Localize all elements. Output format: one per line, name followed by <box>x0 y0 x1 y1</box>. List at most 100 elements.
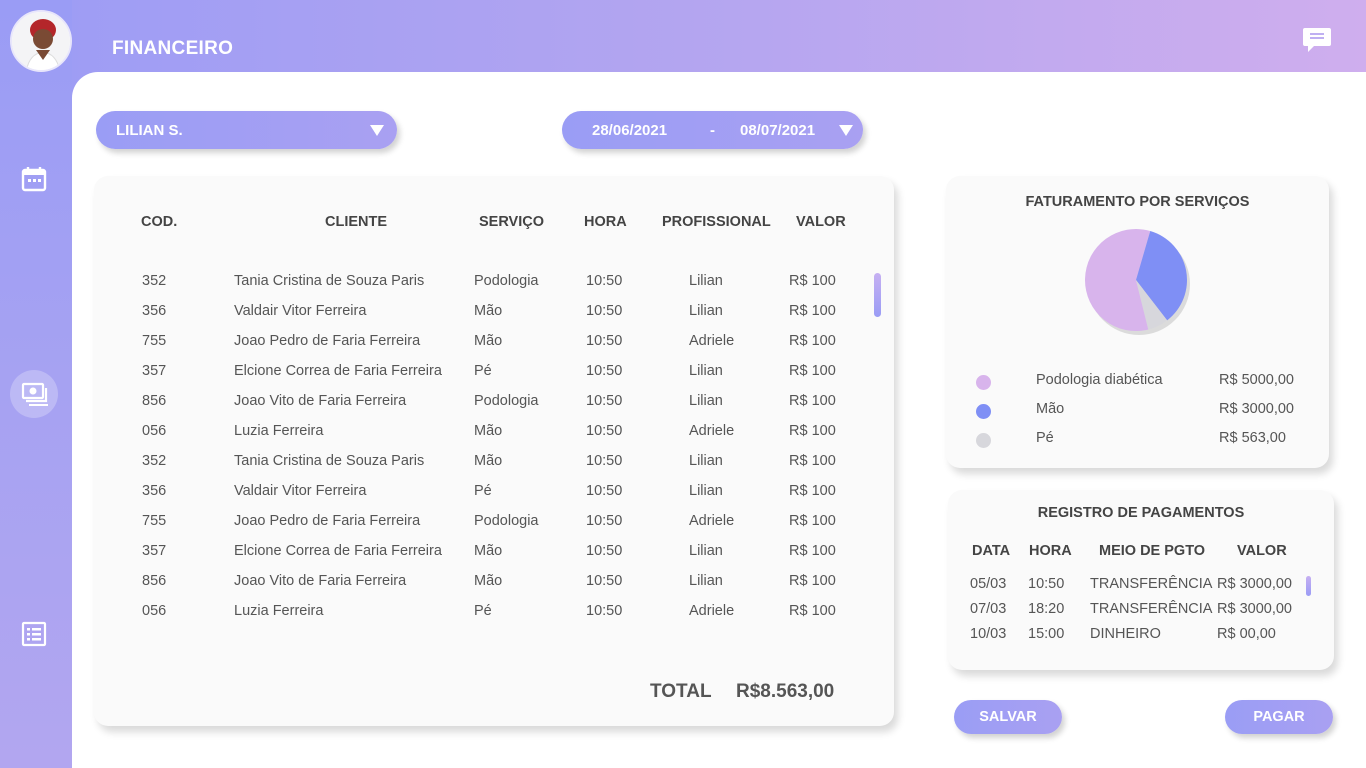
main-panel: LILIAN S. 28/06/2021 - 08/07/2021 COD. C… <box>72 72 1366 768</box>
date-end: 08/07/2021 <box>740 122 816 139</box>
pay-row-hora: 15:00 <box>1028 626 1065 642</box>
row-profissional: Lilian <box>689 543 723 559</box>
row-cliente: Elcione Correa de Faria Ferreira <box>234 543 442 559</box>
chevron-down-icon <box>839 125 853 136</box>
row-profissional: Lilian <box>689 273 723 289</box>
row-cod: 755 <box>142 333 167 349</box>
col-header-servico: SERVIÇO <box>479 214 545 230</box>
row-cod: 357 <box>142 363 167 379</box>
table-scrollbar[interactable] <box>874 273 881 317</box>
legend-label: Podologia diabética <box>1036 372 1163 388</box>
chevron-down-icon <box>370 125 384 136</box>
row-hora: 10:50 <box>586 273 623 289</box>
payments-title: REGISTRO DE PAGAMENTOS <box>1037 505 1245 521</box>
calendar-icon[interactable] <box>20 165 48 193</box>
row-hora: 10:50 <box>586 603 623 619</box>
row-servico: Mão <box>474 303 503 319</box>
row-servico: Mão <box>474 573 503 589</box>
row-hora: 10:50 <box>586 393 623 409</box>
pay-col-valor: VALOR <box>1237 543 1287 559</box>
legend-value: R$ 5000,00 <box>1219 372 1294 388</box>
money-icon[interactable] <box>20 380 48 408</box>
row-cliente: Elcione Correa de Faria Ferreira <box>234 363 442 379</box>
pay-col-meio: MEIO DE PGTO <box>1099 543 1206 559</box>
row-valor: R$ 100 <box>789 603 836 619</box>
list-icon[interactable] <box>20 620 48 648</box>
sidebar <box>0 0 72 768</box>
row-profissional: Adriele <box>689 423 735 439</box>
row-cod: 352 <box>142 453 167 469</box>
row-cod: 056 <box>142 423 167 439</box>
row-valor: R$ 100 <box>789 303 836 319</box>
row-valor: R$ 100 <box>789 423 836 439</box>
row-servico: Podologia <box>474 513 539 529</box>
row-hora: 10:50 <box>586 513 623 529</box>
pay-row-hora: 18:20 <box>1028 601 1065 617</box>
pay-row-meio: TRANSFERÊNCIA <box>1090 601 1213 617</box>
row-valor: R$ 100 <box>789 273 836 289</box>
row-cliente: Luzia Ferreira <box>234 423 324 439</box>
row-profissional: Lilian <box>689 363 723 379</box>
row-profissional: Lilian <box>689 573 723 589</box>
pay-row-meio: TRANSFERÊNCIA <box>1090 576 1213 592</box>
col-header-cliente: CLIENTE <box>325 214 388 230</box>
row-hora: 10:50 <box>586 483 623 499</box>
pay-col-data: DATA <box>972 543 1011 559</box>
total-value: R$8.563,00 <box>736 681 835 702</box>
date-separator: - <box>710 122 715 139</box>
legend-label: Mão <box>1036 401 1065 417</box>
row-servico: Mão <box>474 543 503 559</box>
row-cliente: Valdair Vitor Ferreira <box>234 483 367 499</box>
pay-button[interactable]: PAGAR <box>1225 700 1333 734</box>
pay-row-data: 10/03 <box>970 626 1007 642</box>
col-header-cod: COD. <box>141 214 178 230</box>
row-hora: 10:50 <box>586 333 623 349</box>
col-header-profissional: PROFISSIONAL <box>662 214 771 230</box>
row-cod: 755 <box>142 513 167 529</box>
pay-row-data: 05/03 <box>970 576 1007 592</box>
payments-card: REGISTRO DE PAGAMENTOS DATA HORA MEIO DE… <box>948 490 1334 670</box>
total-label: TOTAL <box>650 681 712 702</box>
professional-select[interactable]: LILIAN S. <box>96 111 397 149</box>
legend-swatch <box>976 433 991 448</box>
date-start: 28/06/2021 <box>592 122 668 139</box>
row-profissional: Lilian <box>689 393 723 409</box>
save-button[interactable]: SALVAR <box>954 700 1062 734</box>
row-servico: Mão <box>474 423 503 439</box>
row-cliente: Joao Vito de Faria Ferreira <box>234 573 407 589</box>
row-profissional: Adriele <box>689 333 735 349</box>
row-servico: Podologia <box>474 273 539 289</box>
row-servico: Pé <box>474 483 492 499</box>
row-hora: 10:50 <box>586 543 623 559</box>
pay-row-data: 07/03 <box>970 601 1007 617</box>
chat-icon[interactable] <box>1302 26 1332 54</box>
row-profissional: Lilian <box>689 303 723 319</box>
row-valor: R$ 100 <box>789 573 836 589</box>
pay-row-valor: R$ 3000,00 <box>1217 576 1292 592</box>
pay-row-hora: 10:50 <box>1028 576 1065 592</box>
row-cod: 357 <box>142 543 167 559</box>
row-profissional: Adriele <box>689 513 735 529</box>
row-profissional: Lilian <box>689 453 723 469</box>
legend-label: Pé <box>1036 430 1054 446</box>
revenue-card: FATURAMENTO POR SERVIÇOS Podologia diabé… <box>946 176 1329 468</box>
pay-row-meio: DINHEIRO <box>1090 626 1161 642</box>
row-cliente: Tania Cristina de Souza Paris <box>234 453 425 469</box>
user-photo-icon <box>12 12 70 70</box>
row-cod: 856 <box>142 573 167 589</box>
row-profissional: Lilian <box>689 483 723 499</box>
pay-row-valor: R$ 3000,00 <box>1217 601 1292 617</box>
row-cliente: Tania Cristina de Souza Paris <box>234 273 425 289</box>
avatar[interactable] <box>10 10 72 72</box>
col-header-valor: VALOR <box>796 214 846 230</box>
row-valor: R$ 100 <box>789 483 836 499</box>
payments-scrollbar[interactable] <box>1306 576 1311 596</box>
legend-value: R$ 3000,00 <box>1219 401 1294 417</box>
revenue-title: FATURAMENTO POR SERVIÇOS <box>1025 194 1250 210</box>
date-range-select[interactable]: 28/06/2021 - 08/07/2021 <box>562 111 863 149</box>
row-valor: R$ 100 <box>789 453 836 469</box>
row-hora: 10:50 <box>586 453 623 469</box>
legend-swatch <box>976 404 991 419</box>
row-valor: R$ 100 <box>789 543 836 559</box>
row-cod: 352 <box>142 273 167 289</box>
